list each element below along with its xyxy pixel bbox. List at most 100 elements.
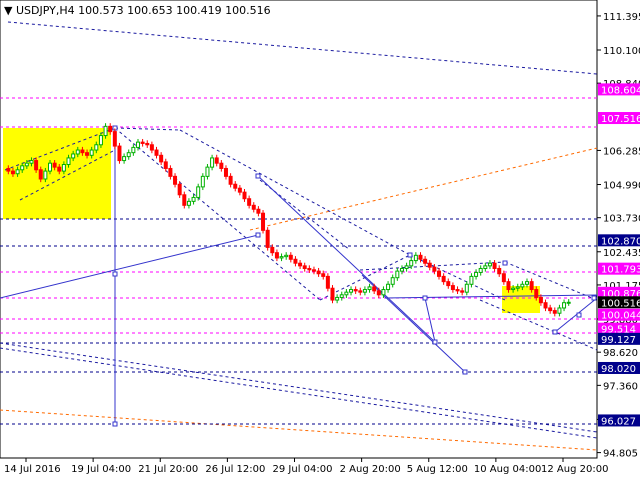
candle-body <box>108 125 113 133</box>
x-axis: 14 Jul 2016 19 Jul 04:00 21 Jul 20:00 26 Ju… <box>4 458 608 475</box>
candle-body <box>135 141 140 148</box>
anchor-marker <box>255 173 261 179</box>
candle-body <box>256 208 261 214</box>
candle-body <box>404 265 409 269</box>
price-label: 98.020 <box>601 364 636 375</box>
candle-body <box>474 271 479 277</box>
anchor-marker <box>422 295 428 301</box>
candle-body <box>20 165 25 171</box>
y-tick-label: 103.730 <box>603 214 640 225</box>
candle-body <box>80 149 85 154</box>
y-tick-label: 110.100 <box>603 46 640 57</box>
candle-body <box>228 175 233 185</box>
candle-body <box>525 281 530 285</box>
candle-body <box>182 194 187 206</box>
candle-body <box>200 175 205 188</box>
candle-body <box>61 164 66 172</box>
candle-body <box>487 262 492 267</box>
price-label: 96.027 <box>601 416 636 427</box>
candle-body <box>261 212 266 231</box>
candle-body <box>372 286 377 292</box>
x-tick-label: 10 Aug 04:00 <box>474 464 541 475</box>
candle-body <box>24 162 29 167</box>
candle-body <box>446 281 451 287</box>
candle-body <box>274 252 279 259</box>
candle-body <box>210 157 215 168</box>
price-label: 108.604 <box>601 85 640 96</box>
candle-body <box>154 149 159 156</box>
candle-body <box>34 160 39 171</box>
candle-body <box>15 169 20 175</box>
candle-body <box>492 262 497 269</box>
candle-body <box>515 286 520 289</box>
price-label: 100.044 <box>601 311 640 322</box>
x-tick-label: 29 Jul 04:00 <box>273 464 333 475</box>
candle-body <box>409 260 414 267</box>
candle-body <box>349 289 354 293</box>
candle-body <box>293 258 298 264</box>
price-label: 100.516 <box>601 298 640 309</box>
x-tick-label: 21 Jul 20:00 <box>138 464 198 475</box>
candle-body <box>237 187 242 193</box>
candle-body <box>376 290 381 296</box>
chart-window: ▼ USDJPY,H4 100.573 100.653 100.419 100.… <box>0 0 640 480</box>
x-tick-label: 12 Aug 20:00 <box>541 464 608 475</box>
candle-body <box>122 156 127 162</box>
candle-body <box>168 167 173 177</box>
anchor-marker <box>112 271 118 277</box>
candle-body <box>437 270 442 277</box>
candle-body <box>501 273 506 283</box>
candle-body <box>163 161 168 169</box>
price-label: 99.127 <box>601 335 636 346</box>
candle-body <box>29 160 34 164</box>
candle-body <box>85 152 90 156</box>
candle-body <box>265 229 270 248</box>
symbol-label: USDJPY,H4 <box>16 4 75 17</box>
candle-body <box>173 175 178 185</box>
candle-body <box>548 307 553 312</box>
candle-body <box>441 275 446 283</box>
candle-body <box>538 296 543 304</box>
candle-body <box>214 157 219 164</box>
candle-body <box>159 154 164 163</box>
candle-body <box>52 162 57 168</box>
candle-body <box>10 170 15 175</box>
y-tick-label: 97.360 <box>603 381 638 392</box>
candle-body <box>270 246 275 254</box>
candle-body <box>233 183 238 189</box>
candle-body <box>386 283 391 291</box>
x-tick-label: 5 Aug 12:00 <box>407 464 468 475</box>
anchor-marker <box>552 329 558 335</box>
candle-body <box>511 287 516 291</box>
candle-body <box>506 281 511 291</box>
candle-body <box>279 256 284 259</box>
candle-body <box>205 166 210 177</box>
candle-body <box>418 254 423 260</box>
candle-body <box>399 267 404 272</box>
dropdown-icon[interactable]: ▼ <box>4 4 16 17</box>
candle-body <box>66 157 71 166</box>
y-tick-label: 111.395 <box>603 12 640 23</box>
candle-body <box>43 170 48 180</box>
candle-body <box>98 135 103 146</box>
candle-body <box>464 283 469 293</box>
ohlc-close: 100.516 <box>225 4 271 17</box>
candle-body <box>71 153 76 159</box>
candle-body <box>251 204 256 210</box>
plot-frame <box>0 0 598 459</box>
x-tick-label: 2 Aug 20:00 <box>340 464 401 475</box>
candle-body <box>413 254 418 262</box>
candle-body <box>478 267 483 273</box>
candle-body <box>566 301 571 304</box>
anchor-marker <box>576 312 582 318</box>
candle-body <box>186 200 191 206</box>
candle-body <box>6 167 11 172</box>
candle-body <box>307 267 312 271</box>
candle-body <box>145 142 150 146</box>
candle-body <box>367 286 372 291</box>
candle-body <box>302 265 307 269</box>
anchor-marker <box>432 339 438 345</box>
candle-body <box>427 262 432 268</box>
y-tick-label: 104.990 <box>603 181 640 192</box>
candle-body <box>455 289 460 292</box>
